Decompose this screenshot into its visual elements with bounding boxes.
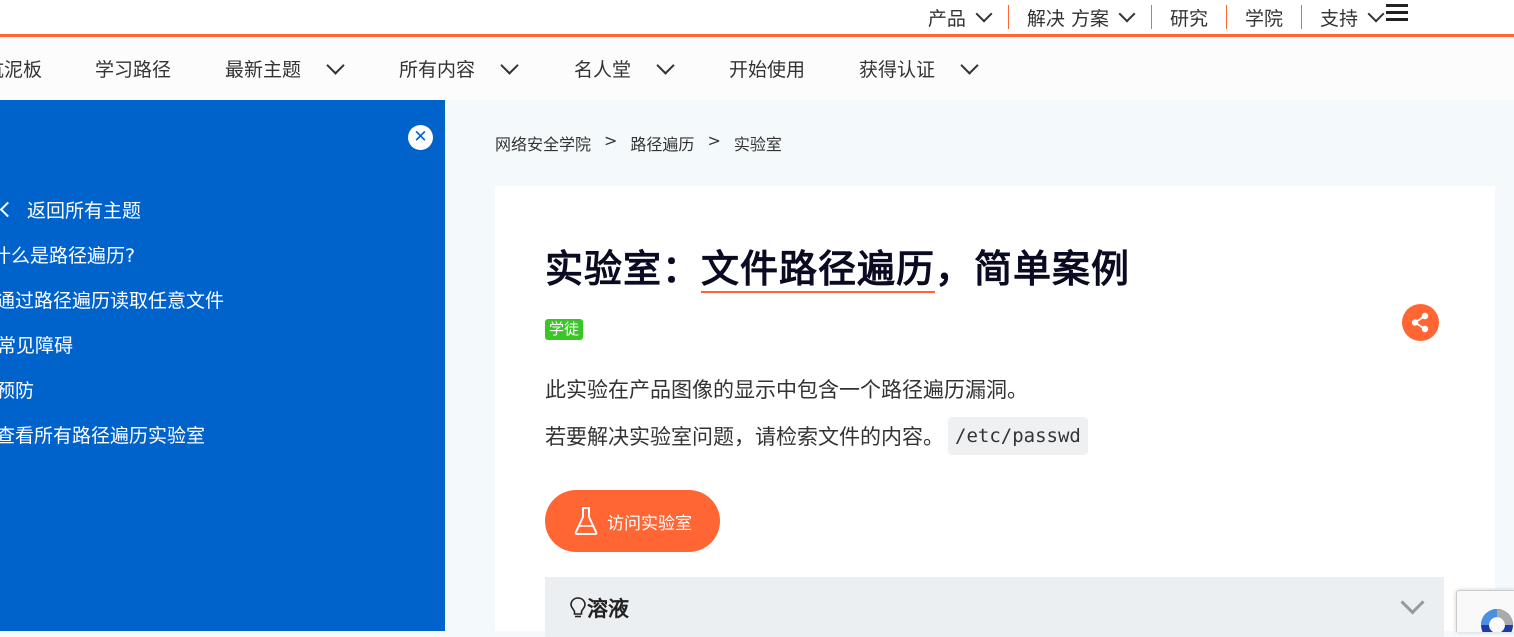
chevron-left-icon bbox=[0, 201, 16, 218]
breadcrumb-academy[interactable]: 网络安全学院 bbox=[495, 131, 591, 155]
top-nav: 产品 解决 方案 研究 学院 支持 bbox=[910, 0, 1400, 34]
access-lab-label: 访问实验室 bbox=[607, 513, 692, 534]
chevron-down-icon bbox=[656, 56, 675, 75]
subnav-get-certified[interactable]: 获得认证 bbox=[859, 37, 979, 100]
breadcrumb-lab[interactable]: 实验室 bbox=[734, 131, 782, 155]
recaptcha-icon bbox=[1481, 609, 1513, 632]
flask-icon bbox=[574, 507, 598, 535]
description-text-2: 若要解决实验室问题，请检索文件的内容。 bbox=[545, 425, 944, 449]
chevron-down-icon bbox=[500, 56, 519, 75]
title-suffix: ，简单案例 bbox=[935, 247, 1131, 291]
subnav-get-started[interactable]: 开始使用 bbox=[729, 37, 805, 100]
subnav-latest-topics-label: 最新主题 bbox=[225, 59, 302, 81]
breadcrumb-path-traversal[interactable]: 路径遍历 bbox=[630, 131, 694, 155]
back-link-label: 返回所有主题 bbox=[27, 200, 142, 222]
breadcrumb: 网络安全学院 > 路径遍历 > 实验室 bbox=[495, 131, 782, 155]
subnav-latest-topics[interactable]: 最新主题 bbox=[225, 37, 345, 100]
sidebar-item-all-labs[interactable]: 查看所有路径遍历实验室 bbox=[0, 421, 205, 448]
subnav-dashboard[interactable]: 沙坑泥板 bbox=[0, 37, 42, 100]
lightbulb-icon bbox=[570, 597, 586, 618]
lab-description-2: 若要解决实验室问题，请检索文件的内容。 /etc/passwd bbox=[545, 417, 1088, 455]
topnav-academy[interactable]: 学院 bbox=[1227, 5, 1302, 30]
chevron-down-icon bbox=[975, 5, 993, 23]
subnav-get-certified-label: 获得认证 bbox=[859, 59, 936, 81]
topnav-solutions[interactable]: 解决 方案 bbox=[1009, 5, 1152, 30]
lab-description-1: 此实验在产品图像的显示中包含一个路径遍历漏洞。 bbox=[545, 374, 1028, 404]
breadcrumb-separator: > bbox=[604, 131, 618, 150]
topnav-solutions-label: 解决 方案 bbox=[1026, 7, 1109, 30]
subnav-all-content[interactable]: 所有内容 bbox=[399, 37, 519, 100]
subnav-hall-of-fame[interactable]: 名人堂 bbox=[574, 37, 675, 100]
chevron-down-icon bbox=[1118, 5, 1136, 23]
breadcrumb-separator: > bbox=[707, 131, 721, 150]
subnav-get-started-label: 开始使用 bbox=[729, 59, 806, 81]
top-bar: 产品 解决 方案 研究 学院 支持 bbox=[0, 0, 1514, 37]
solution-header[interactable]: 溶液 bbox=[569, 593, 629, 623]
sidebar-item-prevention[interactable]: 预防 bbox=[0, 376, 34, 403]
chevron-down-icon bbox=[1367, 5, 1385, 23]
description-text-1: 此实验在产品图像的显示中包含一个路径遍历漏洞。 bbox=[545, 378, 1028, 402]
subnav-hall-of-fame-label: 名人堂 bbox=[574, 59, 632, 81]
sub-nav: 沙坑泥板 学习路径 最新主题 所有内容 名人堂 开始使用 获得认证 bbox=[0, 37, 1514, 100]
access-lab-button[interactable]: 访问实验室 bbox=[545, 490, 720, 552]
subnav-all-content-label: 所有内容 bbox=[399, 59, 476, 81]
topnav-research-label: 研究 bbox=[1169, 7, 1208, 30]
topnav-products[interactable]: 产品 bbox=[910, 5, 1009, 30]
solution-accordion[interactable] bbox=[545, 577, 1444, 637]
chevron-down-icon bbox=[960, 56, 979, 75]
hamburger-menu-icon[interactable] bbox=[1386, 4, 1408, 22]
title-prefix: 实验室： bbox=[545, 247, 702, 291]
subnav-learning-path-label: 学习路径 bbox=[95, 59, 172, 81]
topnav-products-label: 产品 bbox=[927, 7, 966, 30]
page-title: 实验室：文件路径遍历，简单案例 bbox=[545, 238, 1130, 293]
title-link[interactable]: 文件路径遍历 bbox=[701, 247, 936, 293]
topnav-research[interactable]: 研究 bbox=[1152, 5, 1227, 30]
sidebar bbox=[0, 100, 445, 631]
topnav-academy-label: 学院 bbox=[1244, 7, 1283, 30]
subnav-learning-path[interactable]: 学习路径 bbox=[95, 37, 171, 100]
sidebar-item-what-is[interactable]: 什么是路径遍历? bbox=[0, 241, 135, 268]
sidebar-item-read-files[interactable]: 通过路径遍历读取任意文件 bbox=[0, 286, 224, 313]
share-icon[interactable] bbox=[1402, 304, 1439, 341]
solution-label: 溶液 bbox=[587, 597, 629, 621]
recaptcha-badge[interactable] bbox=[1456, 590, 1514, 632]
sidebar-item-obstacles[interactable]: 常见障碍 bbox=[0, 331, 73, 358]
level-badge: 学徒 bbox=[545, 319, 584, 340]
chevron-down-icon bbox=[326, 56, 345, 75]
back-to-all-topics-link[interactable]: 返回所有主题 bbox=[0, 196, 141, 223]
subnav-dashboard-label: 沙坑泥板 bbox=[0, 59, 43, 81]
code-snippet: /etc/passwd bbox=[948, 417, 1088, 455]
close-icon[interactable]: ✕ bbox=[408, 125, 433, 150]
topnav-support-label: 支持 bbox=[1319, 7, 1358, 30]
